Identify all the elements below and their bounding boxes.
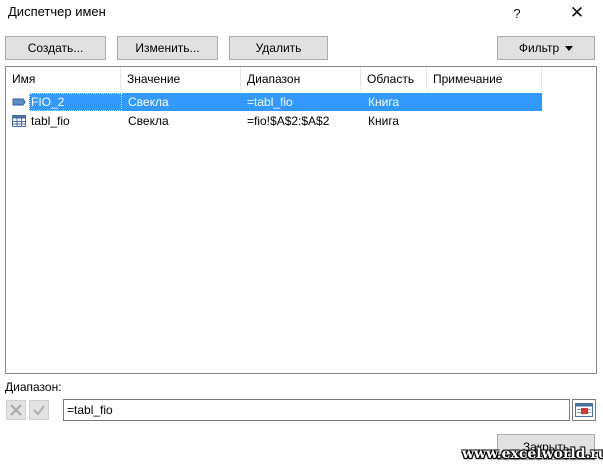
delete-button[interactable]: Удалить bbox=[229, 36, 328, 60]
column-header-range[interactable]: Диапазон bbox=[241, 67, 361, 91]
close-window-button[interactable]: ✕ bbox=[555, 0, 599, 26]
row-value: Свекла bbox=[128, 95, 169, 109]
named-range-icon bbox=[12, 98, 26, 106]
collapse-dialog-icon bbox=[575, 403, 593, 417]
row-name: FIO_2 bbox=[31, 95, 65, 109]
filter-button-label: Фильтр bbox=[518, 41, 560, 55]
edit-button[interactable]: Изменить... bbox=[117, 36, 218, 60]
filter-button[interactable]: Фильтр bbox=[497, 36, 595, 60]
list-header: Имя Значение Диапазон Область Примечание bbox=[6, 67, 596, 91]
row-scope: Книга bbox=[368, 95, 400, 109]
range-label: Диапазон: bbox=[5, 380, 62, 394]
title-bar: Диспетчер имен ? ✕ bbox=[0, 0, 603, 28]
row-scope: Книга bbox=[368, 114, 400, 128]
help-button[interactable]: ? bbox=[495, 0, 539, 26]
row-name: tabl_fio bbox=[31, 114, 70, 128]
watermark: www.excelworld.ru bbox=[462, 446, 603, 462]
column-header-name[interactable]: Имя bbox=[6, 67, 121, 91]
row-range: =tabl_fio bbox=[247, 95, 293, 109]
row-range: =fio!$A$2:$A$2 bbox=[247, 114, 330, 128]
range-input[interactable] bbox=[63, 399, 570, 421]
confirm-edit-button[interactable] bbox=[29, 400, 49, 420]
delete-button-label: Удалить bbox=[255, 41, 302, 55]
column-header-scope[interactable]: Область bbox=[361, 67, 427, 91]
edit-button-label: Изменить... bbox=[135, 41, 200, 55]
table-row[interactable]: tabl_fio Свекла =fio!$A$2:$A$2 Книга bbox=[6, 112, 542, 130]
create-button[interactable]: Создать... bbox=[5, 36, 106, 60]
table-icon bbox=[12, 115, 26, 127]
row-value: Свекла bbox=[128, 114, 169, 128]
check-icon bbox=[33, 405, 45, 416]
column-header-comment[interactable]: Примечание bbox=[427, 67, 542, 91]
collapse-dialog-button[interactable] bbox=[572, 399, 596, 421]
create-button-label: Создать... bbox=[27, 41, 84, 55]
cancel-edit-button[interactable] bbox=[6, 400, 26, 420]
cancel-x-icon bbox=[10, 404, 22, 416]
chevron-down-icon bbox=[565, 45, 574, 51]
column-header-value[interactable]: Значение bbox=[121, 67, 241, 91]
window-title: Диспетчер имен bbox=[8, 4, 106, 19]
table-row[interactable]: FIO_2 Свекла =tabl_fio Книга bbox=[6, 93, 542, 111]
names-list[interactable]: Имя Значение Диапазон Область Примечание… bbox=[5, 66, 597, 374]
